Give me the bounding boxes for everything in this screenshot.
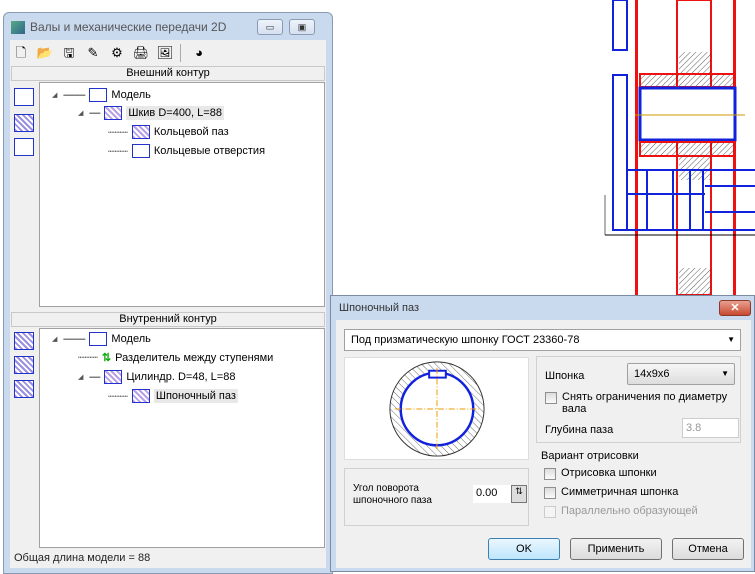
chevron-down-icon: ▼ [721, 369, 729, 378]
pulley-icon [104, 106, 123, 120]
apply-button[interactable]: Применить [570, 538, 662, 560]
ring-holes-icon [131, 144, 150, 158]
tree-node-model[interactable]: ◢ —— Модель [52, 88, 151, 102]
main-window: Валы и механические передачи 2D ▭ ▣ 🗋 📂 … [3, 12, 333, 574]
depth-input[interactable]: 3.8 [682, 418, 739, 438]
angle-label: Угол поворота шпоночного паза [353, 483, 432, 506]
tree-node-keyway[interactable]: ┈┈┈ Шпоночный паз [108, 389, 238, 403]
inner-bore-tool-icon[interactable] [14, 356, 34, 374]
separator-icon: ⇅ [101, 352, 112, 364]
ok-button[interactable]: OK [488, 538, 560, 560]
app-icon [11, 21, 25, 34]
keyway-dialog: Шпоночный паз ✕ Под призматическую шпонк… [330, 295, 755, 572]
save-icon[interactable]: 🖫 [60, 44, 78, 62]
model-icon [89, 88, 108, 102]
keyway-icon [131, 389, 150, 403]
outer-tool-column [10, 82, 39, 306]
draw-key-checkbox[interactable]: Отрисовка шпонки [544, 467, 657, 480]
new-icon[interactable]: 🗋 [12, 44, 30, 62]
dialog-title: Шпоночный паз [339, 302, 420, 314]
toolbar-separator [180, 44, 181, 62]
outer-tree[interactable]: ◢ —— Модель ◢ — Шкив D=400, L=88 ┈┈┈ Кольцево… [39, 82, 325, 307]
key-group: Шпонка 14x9x6 ▼ Снять ограничения по диам… [536, 356, 741, 443]
cylinder-icon [104, 370, 123, 384]
tree-node-ring-holes[interactable]: ┈┈┈ Кольцевые отверстия [108, 144, 265, 158]
inner-contour-header: Внутренний контур [11, 312, 325, 327]
depth-label: Глубина паза [545, 424, 614, 436]
variant-label: Вариант отрисовки [541, 450, 639, 462]
outer-contour-header: Внешний контур [11, 66, 325, 81]
inner-tool-column [10, 328, 39, 548]
angle-group: Угол поворота шпоночного паза 0.00 ⇅ [344, 468, 529, 526]
tree-node-model[interactable]: ◢ —— Модель [52, 332, 151, 346]
window-title: Валы и механические передачи 2D [30, 20, 227, 34]
inner-tree[interactable]: ◢ —— Модель ┈┈┈ ⇅ Разделитель между ступеням… [39, 328, 325, 548]
tree-node-step-separator[interactable]: ┈┈┈ ⇅ Разделитель между ступенями [78, 351, 273, 365]
tree-node-cylinder[interactable]: ◢ — Цилиндр. D=48, L=88 [78, 370, 235, 384]
keyway-preview [344, 357, 529, 460]
key-label: Шпонка [545, 370, 585, 382]
tree-node-ring-groove[interactable]: ┈┈┈ Кольцевой паз [108, 125, 229, 139]
chevron-down-icon: ▼ [727, 335, 735, 344]
cad-drawing[interactable] [595, 0, 755, 295]
main-content: 🗋 📂 🖫 ✎ ⚙ 🖨 🖼 ◕ Внешний контур ◢ —— Модель… [10, 40, 326, 568]
dialog-body: Под призматическую шпонку ГОСТ 23360-78 ▼… [336, 320, 751, 568]
pulley-tool-icon[interactable] [14, 114, 34, 132]
remove-limits-checkbox[interactable]: Снять ограничения по диаметру вала [545, 391, 735, 415]
inner-cylinder-tool-icon[interactable] [14, 332, 34, 350]
settings-app-icon[interactable]: ◕ [190, 44, 208, 62]
image-icon[interactable]: 🖼 [156, 44, 174, 62]
print-icon[interactable]: 🖨 [132, 44, 150, 62]
gear-icon[interactable]: ⚙ [108, 44, 126, 62]
tree-node-pulley[interactable]: ◢ — Шкив D=400, L=88 [78, 106, 224, 120]
parallel-checkbox: Параллельно образующей [544, 505, 698, 518]
cancel-button[interactable]: Отмена [672, 538, 744, 560]
close-button[interactable]: ✕ [719, 300, 751, 316]
add-element-icon[interactable] [14, 138, 34, 156]
edit-icon[interactable]: ✎ [84, 44, 102, 62]
minimize-button[interactable]: ▭ [257, 19, 283, 35]
ring-groove-icon [131, 125, 150, 139]
key-size-select[interactable]: 14x9x6 ▼ [627, 363, 735, 385]
maximize-button[interactable]: ▣ [289, 19, 315, 35]
open-icon[interactable]: 📂 [36, 44, 54, 62]
cylinder-tool-icon[interactable] [14, 88, 34, 106]
symmetric-key-checkbox[interactable]: Симметричная шпонка [544, 486, 678, 499]
keyway-type-select[interactable]: Под призматическую шпонку ГОСТ 23360-78 ▼ [344, 329, 741, 351]
status-bar: Общая длина модели = 88 [14, 552, 151, 564]
inner-add-element-icon[interactable] [14, 380, 34, 398]
angle-spinner[interactable]: ⇅ [511, 485, 527, 503]
model-icon [89, 332, 108, 346]
angle-input[interactable]: 0.00 [473, 485, 513, 503]
